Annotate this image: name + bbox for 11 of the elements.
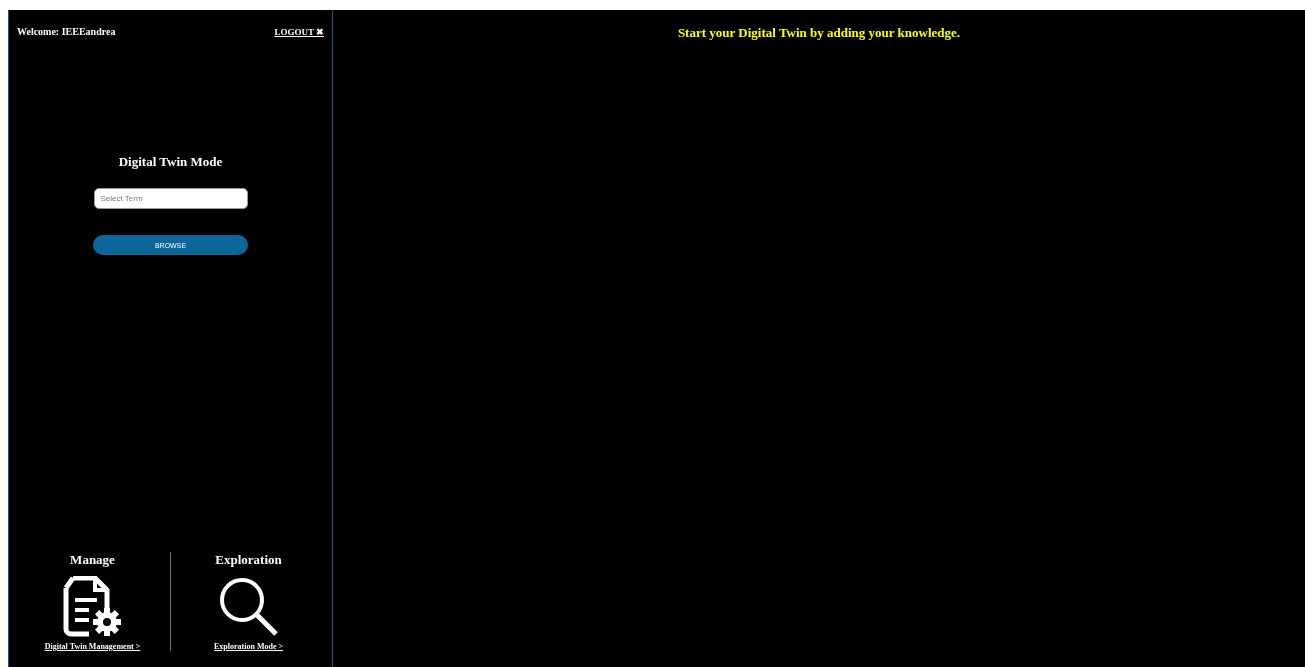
- section-title: Exploration: [215, 552, 282, 568]
- mode-title: Digital Twin Mode: [118, 154, 223, 170]
- prompt-message: Start your Digital Twin by adding your knowledge.: [677, 25, 961, 41]
- section-link[interactable]: Digital Twin Management >: [44, 642, 141, 651]
- section-title: Manage: [70, 552, 115, 568]
- term-input[interactable]: Select Term: [93, 188, 248, 209]
- logout-link[interactable]: LOGOUT ✖: [274, 26, 324, 37]
- document-gear-icon: [62, 576, 123, 638]
- section-link[interactable]: Exploration Mode >: [214, 642, 283, 651]
- welcome-text: Welcome: IEEEandrea: [17, 26, 116, 37]
- search-icon: [217, 576, 280, 638]
